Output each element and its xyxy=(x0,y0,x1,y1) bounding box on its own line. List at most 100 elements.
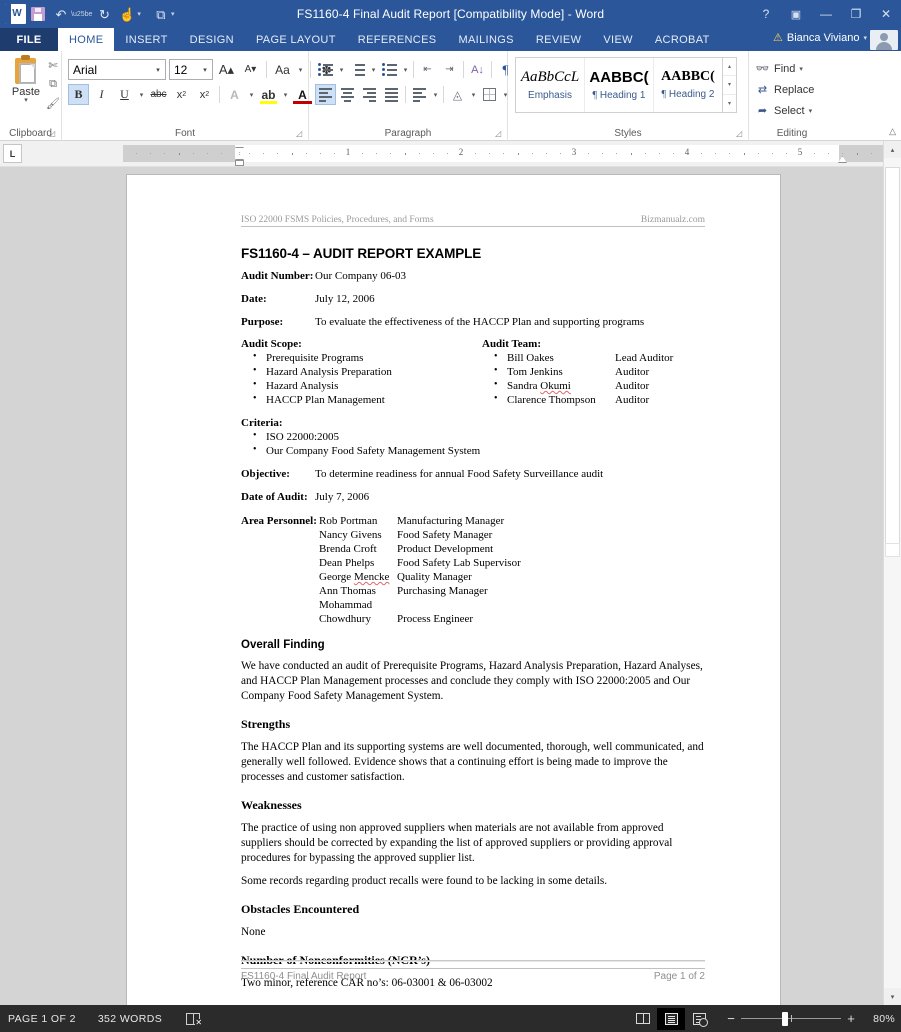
read-mode-icon[interactable] xyxy=(629,1008,657,1030)
maximize-button[interactable]: ❐ xyxy=(841,0,871,28)
multilevel-caret-icon[interactable]: ▾ xyxy=(401,66,410,74)
underline-caret-icon[interactable]: ▾ xyxy=(137,91,146,99)
scroll-up-icon[interactable]: ▴ xyxy=(884,141,901,158)
styles-dialog-launcher[interactable]: ◿ xyxy=(736,129,745,138)
align-center-button[interactable] xyxy=(337,84,358,105)
tab-mailings[interactable]: MAILINGS xyxy=(447,28,524,51)
touch-mode-icon[interactable]: ☝ xyxy=(116,3,138,25)
tab-home[interactable]: HOME xyxy=(58,28,115,51)
align-right-button[interactable] xyxy=(359,84,380,105)
tab-references[interactable]: REFERENCES xyxy=(347,28,448,51)
save-icon[interactable] xyxy=(27,3,49,25)
scrollbar-split-handle[interactable] xyxy=(885,543,900,557)
bold-button[interactable]: B xyxy=(68,84,89,105)
font-size-caret-icon[interactable]: ▾ xyxy=(198,66,212,74)
shrink-font-icon[interactable]: A▾ xyxy=(240,59,261,80)
tab-page-layout[interactable]: PAGE LAYOUT xyxy=(245,28,347,51)
left-indent-marker[interactable] xyxy=(235,160,244,166)
paste-caret-icon[interactable]: ▾ xyxy=(24,97,28,104)
document-footer[interactable]: FS1160-4 Final Audit Report Page 1 of 2 xyxy=(241,968,705,982)
multilevel-list-icon[interactable] xyxy=(379,59,400,80)
replace-button[interactable]: ⇄ Replace xyxy=(749,79,835,100)
text-effects-caret-icon[interactable]: ▾ xyxy=(247,91,256,99)
format-painter-icon[interactable]: 🖌 xyxy=(44,94,62,113)
change-case-icon[interactable]: Aa xyxy=(272,59,293,80)
find-button[interactable]: 👓 Find ▾ xyxy=(749,58,835,79)
increase-indent-icon[interactable]: ⇥ xyxy=(439,61,460,78)
copy-icon[interactable]: ⧉ xyxy=(44,75,62,94)
find-caret-icon[interactable]: ▾ xyxy=(799,65,803,73)
touch-mode-caret-icon[interactable]: ▾ xyxy=(137,10,141,18)
style-scroll-down-icon[interactable]: ▾ xyxy=(723,75,736,93)
style-item-heading-2[interactable]: AABBC( ¶ Heading 2 xyxy=(654,58,722,112)
change-case-caret-icon[interactable]: ▾ xyxy=(296,66,305,74)
tab-view[interactable]: VIEW xyxy=(592,28,644,51)
scrollbar-thumb[interactable] xyxy=(885,167,900,545)
numbering-icon[interactable] xyxy=(347,59,368,80)
zoom-in-button[interactable]: + xyxy=(841,1012,861,1025)
tab-stop-selector[interactable]: L xyxy=(3,144,22,163)
print-layout-icon[interactable] xyxy=(657,1007,685,1030)
undo-dropdown-caret-icon[interactable]: \u25be xyxy=(71,11,92,18)
select-button[interactable]: ➦ Select ▾ xyxy=(749,100,835,121)
font-size-combo[interactable]: 12 ▾ xyxy=(169,59,213,80)
cut-icon[interactable]: ✄ xyxy=(44,56,62,75)
tab-design[interactable]: DESIGN xyxy=(179,28,245,51)
decrease-indent-icon[interactable]: ⇤ xyxy=(417,61,438,78)
status-word-count[interactable]: 352 WORDS xyxy=(86,1013,172,1025)
minimize-button[interactable]: — xyxy=(811,0,841,28)
zoom-slider-thumb[interactable] xyxy=(782,1011,788,1026)
bullets-icon[interactable] xyxy=(315,59,336,80)
underline-button[interactable]: U xyxy=(114,84,135,105)
qat-more-caret-icon[interactable]: ▾ xyxy=(171,10,175,18)
tab-review[interactable]: REVIEW xyxy=(525,28,593,51)
zoom-slider[interactable] xyxy=(741,1011,841,1026)
help-icon[interactable]: ? xyxy=(751,0,781,28)
document-page[interactable]: ISO 22000 FSMS Policies, Procedures, and… xyxy=(127,175,780,1005)
redo-icon[interactable]: ↻ xyxy=(93,3,115,25)
horizontal-ruler[interactable]: 123456 xyxy=(28,145,901,166)
tab-insert[interactable]: INSERT xyxy=(114,28,178,51)
scroll-down-icon[interactable]: ▾ xyxy=(884,988,901,1005)
numbering-caret-icon[interactable]: ▾ xyxy=(369,66,378,74)
highlight-caret-icon[interactable]: ▾ xyxy=(281,91,290,99)
italic-button[interactable]: I xyxy=(91,84,112,105)
select-caret-icon[interactable]: ▾ xyxy=(809,107,813,115)
tab-file[interactable]: FILE xyxy=(0,28,58,51)
line-spacing-icon[interactable] xyxy=(409,84,430,105)
grow-font-icon[interactable]: A▴ xyxy=(216,59,237,80)
zoom-level-label[interactable]: 80% xyxy=(861,1013,895,1025)
avatar[interactable] xyxy=(870,30,898,50)
ribbon-display-options-icon[interactable]: ▣ xyxy=(781,0,811,28)
text-highlight-icon[interactable]: ab xyxy=(258,84,279,105)
clipboard-dialog-launcher[interactable]: ◿ xyxy=(49,129,58,138)
document-header[interactable]: ISO 22000 FSMS Policies, Procedures, and… xyxy=(241,215,705,227)
style-scroll-up-icon[interactable]: ▴ xyxy=(723,58,736,75)
document-canvas[interactable]: ISO 22000 FSMS Policies, Procedures, and… xyxy=(0,167,883,1005)
style-item-heading-1[interactable]: AABBC( ¶ Heading 1 xyxy=(585,58,654,112)
undo-icon[interactable]: ↶ xyxy=(50,3,72,25)
shading-icon[interactable]: ◬ xyxy=(447,84,468,105)
tab-acrobat[interactable]: ACROBAT xyxy=(644,28,721,51)
web-layout-icon[interactable] xyxy=(685,1008,713,1030)
paragraph-dialog-launcher[interactable]: ◿ xyxy=(495,129,504,138)
line-spacing-caret-icon[interactable]: ▾ xyxy=(431,91,440,99)
align-left-button[interactable] xyxy=(315,84,336,105)
justify-button[interactable] xyxy=(381,84,402,105)
shading-caret-icon[interactable]: ▾ xyxy=(469,91,478,99)
zoom-out-button[interactable]: − xyxy=(721,1012,741,1025)
text-effects-icon[interactable]: A xyxy=(224,84,245,105)
font-dialog-launcher[interactable]: ◿ xyxy=(296,129,305,138)
style-item-emphasis[interactable]: AaBbCcL Emphasis xyxy=(516,58,585,112)
close-button[interactable]: ✕ xyxy=(871,0,901,28)
status-page-number[interactable]: PAGE 1 OF 2 xyxy=(8,1013,86,1025)
proofing-errors-icon[interactable]: ✕ xyxy=(182,1010,204,1028)
font-name-combo[interactable]: Arial ▾ xyxy=(68,59,166,80)
font-name-caret-icon[interactable]: ▾ xyxy=(151,66,165,74)
sort-icon[interactable]: A↓ xyxy=(467,59,488,80)
strikethrough-button[interactable]: abc xyxy=(148,84,169,105)
subscript-button[interactable]: x2 xyxy=(171,84,192,105)
borders-icon[interactable] xyxy=(479,84,500,105)
bullets-caret-icon[interactable]: ▾ xyxy=(337,66,346,74)
style-more-icon[interactable]: ▾ xyxy=(723,93,736,112)
